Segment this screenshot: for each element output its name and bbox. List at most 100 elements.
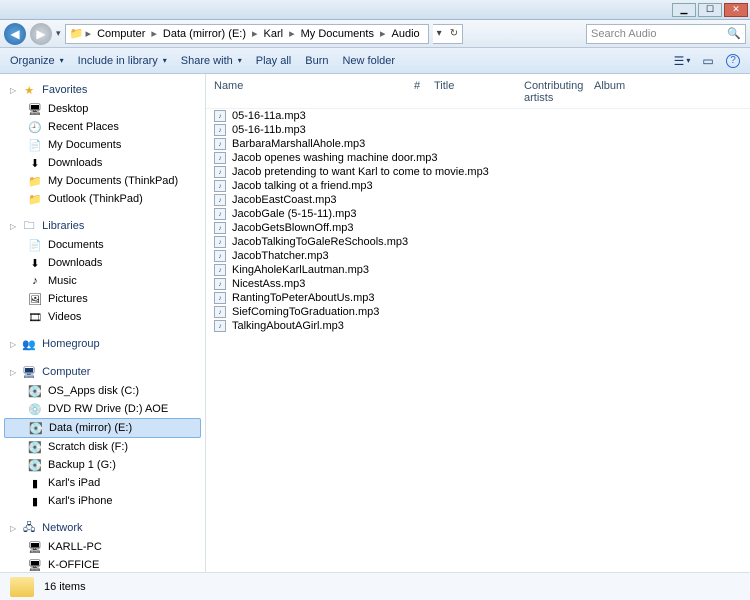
sidebar-item[interactable]: 🎞Videos: [0, 308, 205, 326]
address-controls[interactable]: ▾ ↻: [433, 24, 463, 44]
audio-file-icon: ♪: [214, 236, 226, 248]
item-icon: 🖥: [28, 540, 42, 554]
audio-file-icon: ♪: [214, 138, 226, 150]
file-name: TalkingAboutAGirl.mp3: [232, 320, 344, 332]
item-icon: 🎞: [28, 310, 42, 324]
file-row[interactable]: ♪05-16-11a.mp3: [214, 109, 742, 123]
col-title[interactable]: Title: [434, 80, 524, 104]
crumb-drive[interactable]: Data (mirror) (E:): [159, 28, 250, 40]
folder-icon: 📁: [70, 27, 84, 41]
audio-file-icon: ♪: [214, 124, 226, 136]
file-row[interactable]: ♪Jacob pretending to want Karl to come t…: [214, 165, 742, 179]
help-button[interactable]: ?: [726, 54, 740, 68]
col-number[interactable]: #: [414, 80, 434, 104]
burn-button[interactable]: Burn: [305, 55, 328, 67]
col-name[interactable]: Name: [214, 80, 414, 104]
file-row[interactable]: ♪Jacob openes washing machine door.mp3: [214, 151, 742, 165]
expand-icon: ▷: [10, 222, 16, 231]
audio-file-icon: ♪: [214, 292, 226, 304]
audio-file-icon: ♪: [214, 222, 226, 234]
play-all-button[interactable]: Play all: [256, 55, 291, 67]
preview-pane-button[interactable]: ▭: [700, 53, 716, 69]
crumb-computer[interactable]: Computer: [93, 28, 149, 40]
refresh-icon[interactable]: ↻: [446, 28, 462, 39]
address-dropdown-icon[interactable]: ▾: [433, 28, 446, 39]
sidebar-group[interactable]: ▷🗀Libraries: [0, 216, 205, 236]
sidebar-item[interactable]: 📄My Documents: [0, 136, 205, 154]
sidebar-item[interactable]: ▮Karl's iPad: [0, 474, 205, 492]
file-row[interactable]: ♪KingAholeKarlLautman.mp3: [214, 263, 742, 277]
sidebar-item[interactable]: 💽 Backup 1 (G:): [0, 456, 205, 474]
item-label: Karl's iPad: [48, 477, 100, 489]
crumb-mydocs[interactable]: My Documents: [297, 28, 378, 40]
sidebar-item[interactable]: 💽 Scratch disk (F:): [0, 438, 205, 456]
sidebar-group[interactable]: ▷👥Homegroup: [0, 334, 205, 354]
item-icon: 💽: [28, 458, 42, 472]
sidebar-group[interactable]: ▷🖥Computer: [0, 362, 205, 382]
sidebar-item[interactable]: 🕘Recent Places: [0, 118, 205, 136]
file-name: NicestAss.mp3: [232, 278, 305, 290]
file-row[interactable]: ♪Jacob talking ot a friend.mp3: [214, 179, 742, 193]
view-button[interactable]: ☰: [674, 53, 690, 69]
file-list-pane: Name # Title Contributing artists Album …: [206, 74, 750, 572]
item-label: Backup 1 (G:): [48, 459, 116, 471]
audio-file-icon: ♪: [214, 320, 226, 332]
file-row[interactable]: ♪JacobThatcher.mp3: [214, 249, 742, 263]
sidebar-item[interactable]: 🖥 KARLL-PC: [0, 538, 205, 556]
sidebar-group-favorites[interactable]: ▷★Favorites: [0, 80, 205, 100]
item-icon: 💽: [28, 440, 42, 454]
sidebar-item[interactable]: 📁My Documents (ThinkPad): [0, 172, 205, 190]
file-row[interactable]: ♪05-16-11b.mp3: [214, 123, 742, 137]
col-album[interactable]: Album: [594, 80, 654, 104]
sidebar-item[interactable]: 💿DVD RW Drive (D:) AOE: [0, 400, 205, 418]
file-row[interactable]: ♪RantingToPeterAboutUs.mp3: [214, 291, 742, 305]
organize-button[interactable]: Organize: [10, 55, 64, 67]
back-button[interactable]: ◀: [4, 23, 26, 45]
sidebar-item[interactable]: 🖥K-OFFICE: [0, 556, 205, 572]
sidebar-item[interactable]: 📄Documents: [0, 236, 205, 254]
file-row[interactable]: ♪JacobGale (5-15-11).mp3: [214, 207, 742, 221]
file-row[interactable]: ♪ JacobTalkingToGaleReSchools.mp3: [214, 235, 742, 249]
sidebar-group[interactable]: ▷🖧Network: [0, 518, 205, 538]
crumb-karl[interactable]: Karl: [260, 28, 288, 40]
forward-button[interactable]: ▶: [30, 23, 52, 45]
search-input[interactable]: Search Audio 🔍: [586, 24, 746, 44]
sidebar-item[interactable]: ♪Music: [0, 272, 205, 290]
expand-icon: ▷: [10, 368, 16, 377]
sidebar-item[interactable]: ⬇Downloads: [0, 154, 205, 172]
item-label: Data (mirror) (E:): [49, 422, 132, 434]
audio-file-icon: ♪: [214, 110, 226, 122]
item-icon: 💿: [28, 402, 42, 416]
maximize-button[interactable]: ☐: [698, 3, 722, 17]
file-name: JacobGetsBlownOff.mp3: [232, 222, 353, 234]
expand-icon: ▷: [10, 524, 16, 533]
file-name: BarbaraMarshallAhole.mp3: [232, 138, 365, 150]
column-headers[interactable]: Name # Title Contributing artists Album: [206, 74, 750, 109]
item-label: KARLL-PC: [48, 541, 102, 553]
file-row[interactable]: ♪JacobEastCoast.mp3: [214, 193, 742, 207]
breadcrumb[interactable]: 📁 ▸ Computer▸ Data (mirror) (E:)▸ Karl▸ …: [65, 24, 429, 44]
share-with-button[interactable]: Share with: [181, 55, 242, 67]
minimize-button[interactable]: ▁: [672, 3, 696, 17]
col-artists[interactable]: Contributing artists: [524, 80, 594, 104]
sidebar-item[interactable]: 📁Outlook (ThinkPad): [0, 190, 205, 208]
file-name: JacobTalkingToGaleReSchools.mp3: [232, 236, 408, 248]
sidebar-item[interactable]: 🖼Pictures: [0, 290, 205, 308]
include-library-button[interactable]: Include in library: [78, 55, 167, 67]
crumb-audio[interactable]: Audio: [388, 28, 424, 40]
item-label: Scratch disk (F:): [48, 441, 128, 453]
sidebar-item[interactable]: ▮Karl's iPhone: [0, 492, 205, 510]
file-row[interactable]: ♪ BarbaraMarshallAhole.mp3: [214, 137, 742, 151]
history-dropdown[interactable]: ▾: [56, 28, 61, 39]
file-name: SiefComingToGraduation.mp3: [232, 306, 379, 318]
sidebar-item[interactable]: 🖥Desktop: [0, 100, 205, 118]
file-row[interactable]: ♪NicestAss.mp3: [214, 277, 742, 291]
close-button[interactable]: ✕: [724, 3, 748, 17]
sidebar-item[interactable]: 💽OS_Apps disk (C:): [0, 382, 205, 400]
sidebar-item[interactable]: 💽Data (mirror) (E:): [4, 418, 201, 438]
sidebar-item[interactable]: ⬇Downloads: [0, 254, 205, 272]
file-row[interactable]: ♪ TalkingAboutAGirl.mp3: [214, 319, 742, 333]
file-row[interactable]: ♪ JacobGetsBlownOff.mp3: [214, 221, 742, 235]
new-folder-button[interactable]: New folder: [342, 55, 395, 67]
file-row[interactable]: ♪SiefComingToGraduation.mp3: [214, 305, 742, 319]
